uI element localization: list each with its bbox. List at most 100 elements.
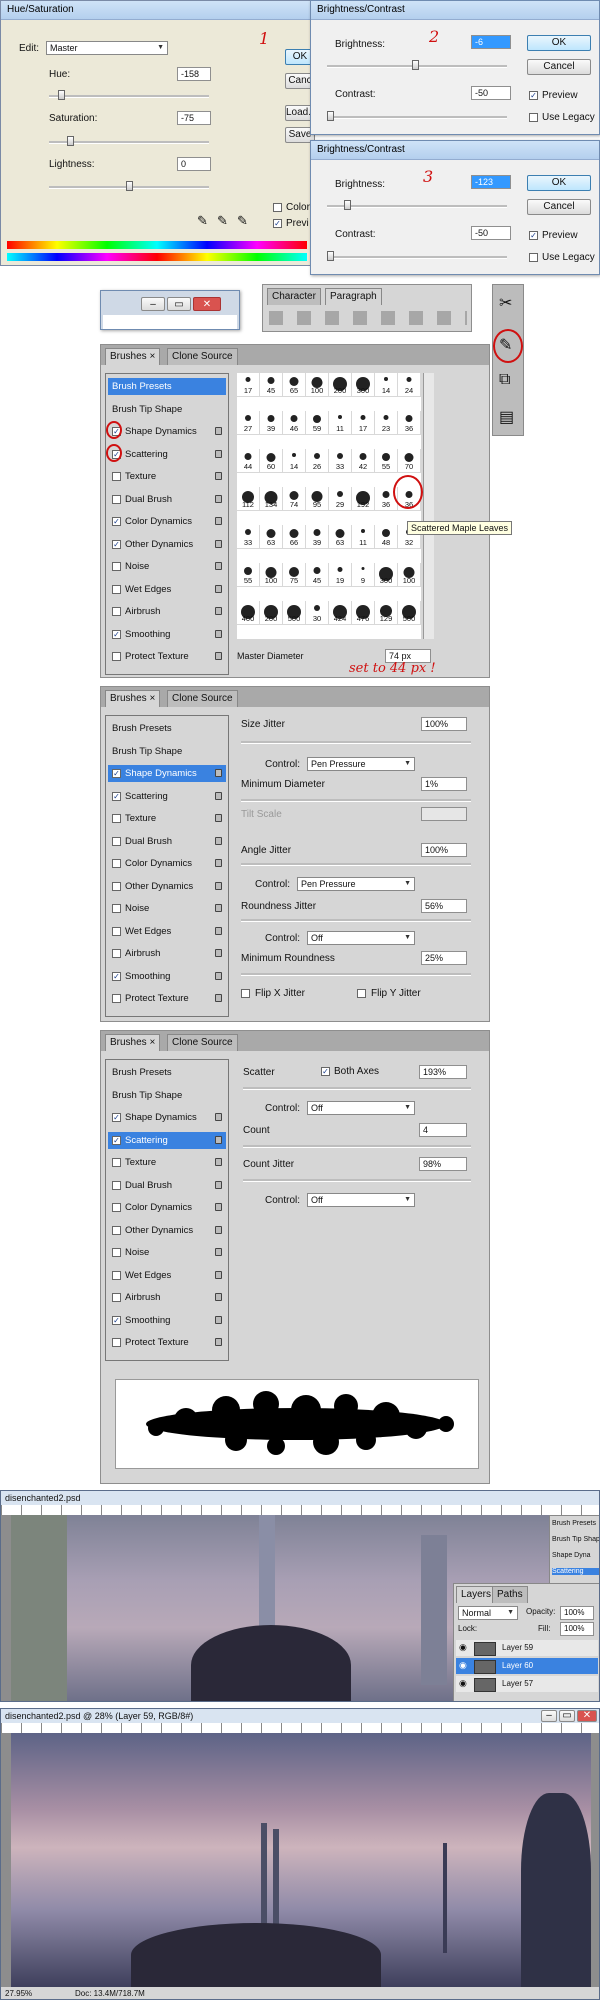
min-roundness-field[interactable]: 25% [421,951,467,965]
brush-preset[interactable]: 59 [306,411,329,435]
brush-preset[interactable]: 45 [306,563,329,587]
brush-option-brush-tip-shape[interactable]: Brush Tip Shape [108,743,226,760]
close-button[interactable]: ✕ [577,1710,597,1722]
lock-icon[interactable] [215,926,222,935]
brush-option-other-dynamics[interactable]: ✓ Other Dynamics [108,536,226,553]
visibility-eye-icon[interactable]: ◉ [459,1642,467,1653]
brush-preset[interactable]: 63 [260,525,283,549]
maximize-button[interactable]: ▭ [167,297,191,311]
option-checkbox[interactable]: ✓ [112,629,121,639]
option-checkbox[interactable]: ✓ [112,791,121,801]
option-checkbox[interactable] [112,1203,121,1212]
option-checkbox[interactable] [112,1293,121,1302]
align-buttons[interactable] [269,311,467,325]
brush-preset[interactable]: 134 [260,487,283,511]
minimize-button[interactable]: – [541,1710,557,1722]
brush-preset[interactable]: 129 [375,601,398,625]
option-checkbox[interactable] [112,607,121,616]
brush-preset[interactable]: 95 [306,487,329,511]
lock-icon[interactable] [215,1135,222,1144]
lock-icon[interactable] [215,881,222,890]
option-checkbox[interactable] [112,1180,121,1190]
brush-preset[interactable]: 500 [283,601,306,625]
brush-option-brush-tip-shape[interactable]: Brush Tip Shape [108,401,226,418]
close-button[interactable]: ✕ [193,297,221,311]
brush-preset[interactable]: 192 [352,487,375,511]
minimize-button[interactable]: – [141,297,165,311]
opacity-field[interactable]: 100% [560,1606,594,1620]
lock-icon[interactable] [215,1293,222,1301]
brush-preset[interactable]: 17 [352,411,375,435]
lock-icon[interactable] [215,562,222,570]
brush-preset[interactable]: 26 [306,449,329,473]
brush-preset[interactable]: 27 [237,411,260,435]
brush-option-color-dynamics[interactable]: Color Dynamics [108,1199,226,1216]
mini-brush-option[interactable]: Scattering [552,1568,599,1575]
brush-option-texture[interactable]: Texture [108,810,226,827]
lock-icon[interactable] [215,494,222,503]
brush-preset[interactable]: 19 [329,563,352,587]
brush-preset[interactable]: 112 [237,487,260,511]
brush-option-dual-brush[interactable]: Dual Brush [108,833,226,850]
preview-checkbox[interactable]: ✓ [529,231,538,240]
brush-preset[interactable]: 24 [398,373,421,397]
scatter-control-dropdown[interactable]: Off [307,1101,415,1115]
lock-icon[interactable] [215,1180,222,1189]
option-checkbox[interactable] [112,472,121,481]
brush-option-texture[interactable]: Texture [108,1154,226,1171]
colorize-checkbox[interactable] [273,203,282,212]
eyedropper-minus-icon[interactable]: ✎ [237,213,248,229]
option-checkbox[interactable] [112,1248,121,1257]
brush-option-smoothing[interactable]: ✓ Smoothing [108,968,226,985]
brush-option-other-dynamics[interactable]: Other Dynamics [108,878,226,895]
option-checkbox[interactable] [112,584,121,594]
lock-icon[interactable] [215,814,222,822]
brush-preset[interactable]: 66 [283,525,306,549]
eyedropper-icon[interactable]: ✎ [197,213,208,229]
lock-icon[interactable] [215,1270,222,1279]
angle-jitter-slider[interactable] [241,863,471,866]
brush-preset[interactable]: 60 [260,449,283,473]
brush-option-shape-dynamics[interactable]: ✓ Shape Dynamics [108,1109,226,1126]
hue-slider-track[interactable] [49,95,209,98]
min-diameter-field[interactable]: 1% [421,777,467,791]
lock-icon[interactable] [215,517,222,525]
count-field[interactable]: 4 [419,1123,467,1137]
lock-icon[interactable] [215,994,222,1002]
lock-icon[interactable] [215,1315,222,1324]
brush-preset[interactable]: 46 [283,411,306,435]
brightness-slider-track[interactable] [327,205,507,208]
count-slider[interactable] [243,1145,471,1148]
brush-preset[interactable]: 400 [237,601,260,625]
brush-option-wet-edges[interactable]: Wet Edges [108,581,226,598]
flip-y-checkbox[interactable] [357,989,366,998]
option-checkbox[interactable] [112,1338,121,1347]
scatter-field[interactable]: 193% [419,1065,467,1079]
tab-character[interactable]: Character [267,288,321,305]
option-checkbox[interactable] [112,859,121,868]
brush-option-color-dynamics[interactable]: Color Dynamics [108,855,226,872]
fill-field[interactable]: 100% [560,1622,594,1636]
brush-option-smoothing[interactable]: ✓ Smoothing [108,626,226,643]
visibility-eye-icon[interactable]: ◉ [459,1678,467,1689]
brush-preset[interactable]: 300 [375,563,398,587]
lock-icon[interactable] [215,427,222,435]
brush-preset[interactable]: 36 [398,411,421,435]
option-checkbox[interactable]: ✓ [112,539,121,549]
blend-mode-dropdown[interactable]: Normal [458,1606,518,1620]
brush-preset[interactable]: 200 [260,601,283,625]
option-checkbox[interactable] [112,562,121,571]
brightness-slider-thumb[interactable] [411,60,419,70]
contrast-slider-track[interactable] [327,256,507,259]
brush-option-wet-edges[interactable]: Wet Edges [108,923,226,940]
brightness-contrast-titlebar[interactable]: Brightness/Contrast [311,141,599,160]
zoom-level[interactable]: 27.95% [5,1987,32,1999]
count-jitter-slider[interactable] [243,1179,471,1182]
brush-preset[interactable]: 300 [352,373,375,397]
lock-icon[interactable] [215,769,222,777]
brush-preset[interactable]: 14 [283,449,306,473]
lock-icon[interactable] [215,836,222,845]
brush-preset[interactable]: 100 [306,373,329,397]
lock-icon[interactable] [215,1338,222,1346]
mini-brush-option[interactable]: Shape Dyna [552,1552,599,1559]
